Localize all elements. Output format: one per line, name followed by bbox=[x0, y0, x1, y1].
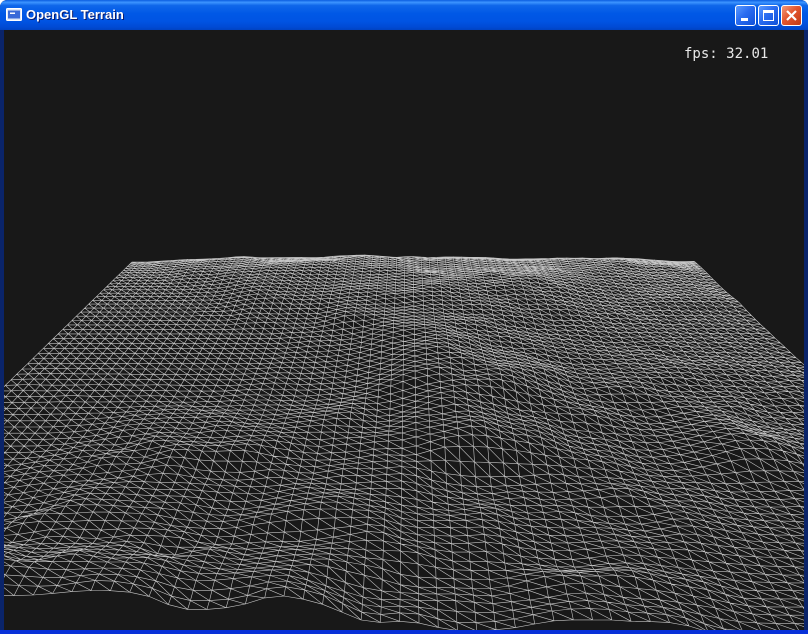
opengl-viewport[interactable]: fps: 32.01 bbox=[4, 30, 804, 630]
window-bottom-border bbox=[0, 630, 808, 634]
terrain-wireframe bbox=[4, 254, 804, 630]
opengl-app-icon[interactable] bbox=[6, 8, 22, 21]
terrain-mesh bbox=[4, 254, 804, 630]
fps-value: 32.01 bbox=[726, 46, 769, 62]
window-title: OpenGL Terrain bbox=[26, 7, 124, 22]
fps-counter: fps: 32.01 bbox=[684, 46, 768, 62]
application-window: OpenGL Terrain fps: 32.01 bbox=[0, 0, 808, 634]
maximize-icon bbox=[763, 10, 774, 21]
minimize-icon bbox=[741, 18, 748, 21]
fps-label: fps: bbox=[684, 46, 718, 62]
minimize-button[interactable] bbox=[735, 5, 756, 26]
close-button[interactable] bbox=[781, 5, 802, 26]
close-icon bbox=[786, 10, 797, 21]
maximize-button[interactable] bbox=[758, 5, 779, 26]
terrain-grid-lines bbox=[4, 254, 804, 630]
title-bar[interactable]: OpenGL Terrain bbox=[0, 0, 808, 30]
